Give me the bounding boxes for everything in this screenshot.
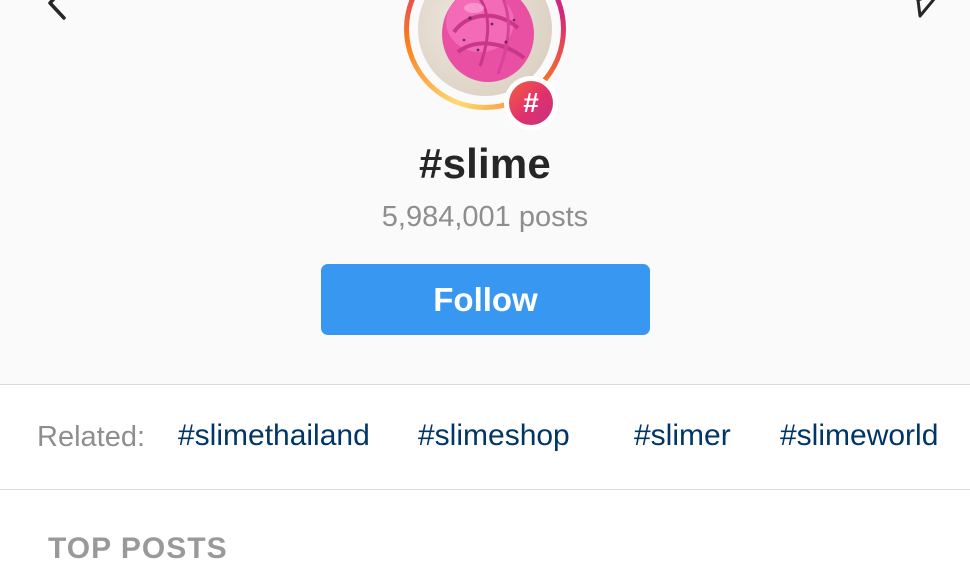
hashtag-badge-icon: # bbox=[509, 81, 553, 125]
divider bbox=[0, 489, 970, 490]
post-count: 5,984,001 posts bbox=[381, 201, 589, 233]
share-icon[interactable] bbox=[908, 0, 942, 18]
related-hashtags-bar: Related: #slimethailand #slimeshop #slim… bbox=[0, 385, 970, 489]
hashtag-header: # #slime 5,984,001 posts Follow bbox=[0, 0, 970, 384]
related-tag-slimeshop[interactable]: #slimeshop bbox=[418, 419, 570, 453]
related-tag-slimeworld[interactable]: #slimeworld bbox=[780, 419, 938, 453]
hashtag-title: #slime bbox=[419, 140, 551, 187]
back-arrow-icon[interactable] bbox=[40, 0, 74, 20]
hashtag-badge: # bbox=[504, 76, 558, 130]
related-label: Related: bbox=[37, 421, 146, 453]
follow-button[interactable]: Follow bbox=[321, 264, 650, 335]
related-tag-slimethailand[interactable]: #slimethailand bbox=[178, 419, 370, 453]
top-posts-heading: TOP POSTS bbox=[48, 532, 228, 565]
related-tag-slimer[interactable]: #slimer bbox=[634, 419, 731, 453]
